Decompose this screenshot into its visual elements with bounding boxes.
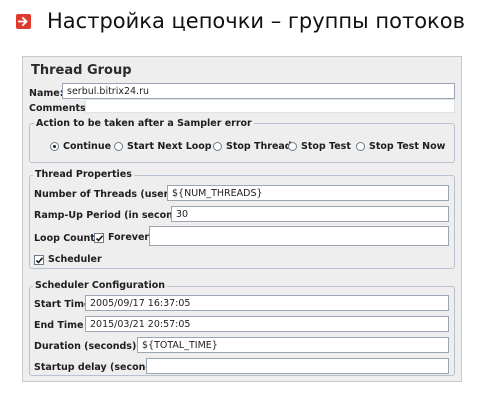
radio-stop-test[interactable]: Stop Test (288, 141, 351, 152)
loop-count-label: Loop Count: (34, 233, 99, 244)
slide-title-text: Настройка цепочки – группы потоков (47, 9, 465, 33)
radio-button[interactable] (356, 142, 365, 151)
sampler-error-title: Action to be taken after a Sampler error (34, 118, 254, 129)
start-time-field[interactable]: 2005/09/17 16:37:05 (85, 295, 449, 311)
duration-label: Duration (seconds) (34, 341, 137, 352)
threads-field[interactable]: ${NUM_THREADS} (167, 185, 449, 201)
duration-field[interactable]: ${TOTAL_TIME} (137, 337, 449, 353)
checkbox[interactable] (94, 232, 104, 243)
scheduler-config-group: Scheduler Configuration Start Time 2005/… (29, 280, 455, 376)
radio-start-next-loop[interactable]: Start Next Loop (114, 141, 212, 152)
radio-button[interactable] (114, 142, 123, 151)
radio-button[interactable] (50, 142, 59, 151)
rampup-field[interactable]: 30 (171, 206, 449, 222)
radio-button[interactable] (213, 142, 222, 151)
scheduler-config-title: Scheduler Configuration (33, 280, 167, 291)
scheduler-checkbox[interactable]: Scheduler (34, 254, 102, 265)
thread-properties-title: Thread Properties (33, 169, 134, 180)
radio-stop-test-now[interactable]: Stop Test Now (356, 141, 445, 152)
sampler-error-group: Action to be taken after a Sampler error… (29, 118, 455, 163)
thread-group-panel: Thread Group Name: serbul.bitrix24.ru Co… (22, 56, 462, 382)
rampup-label: Ramp-Up Period (in seconds): (34, 210, 194, 221)
comments-label: Comments: (29, 103, 90, 114)
start-time-label: Start Time (34, 299, 91, 310)
panel-heading: Thread Group (31, 63, 132, 78)
comments-field[interactable] (85, 99, 455, 113)
forever-checkbox[interactable]: Forever (94, 232, 149, 243)
arrow-right-icon (16, 13, 31, 29)
startup-delay-field[interactable] (146, 358, 449, 374)
end-time-field[interactable]: 2015/03/21 20:57:05 (85, 316, 449, 332)
name-field[interactable]: serbul.bitrix24.ru (62, 83, 455, 99)
radio-continue[interactable]: Continue (50, 141, 111, 152)
radio-button[interactable] (288, 142, 297, 151)
checkbox[interactable] (34, 254, 44, 265)
thread-properties-group: Thread Properties Number of Threads (use… (29, 169, 455, 269)
threads-label: Number of Threads (users): (34, 189, 183, 200)
slide-title: Настройка цепочки – группы потоков (16, 6, 465, 36)
radio-stop-thread[interactable]: Stop Thread (213, 141, 292, 152)
startup-delay-label: Startup delay (seconds) (34, 362, 163, 373)
loop-count-field[interactable] (149, 226, 449, 246)
name-label: Name: (29, 88, 64, 99)
end-time-label: End Time (34, 320, 84, 331)
